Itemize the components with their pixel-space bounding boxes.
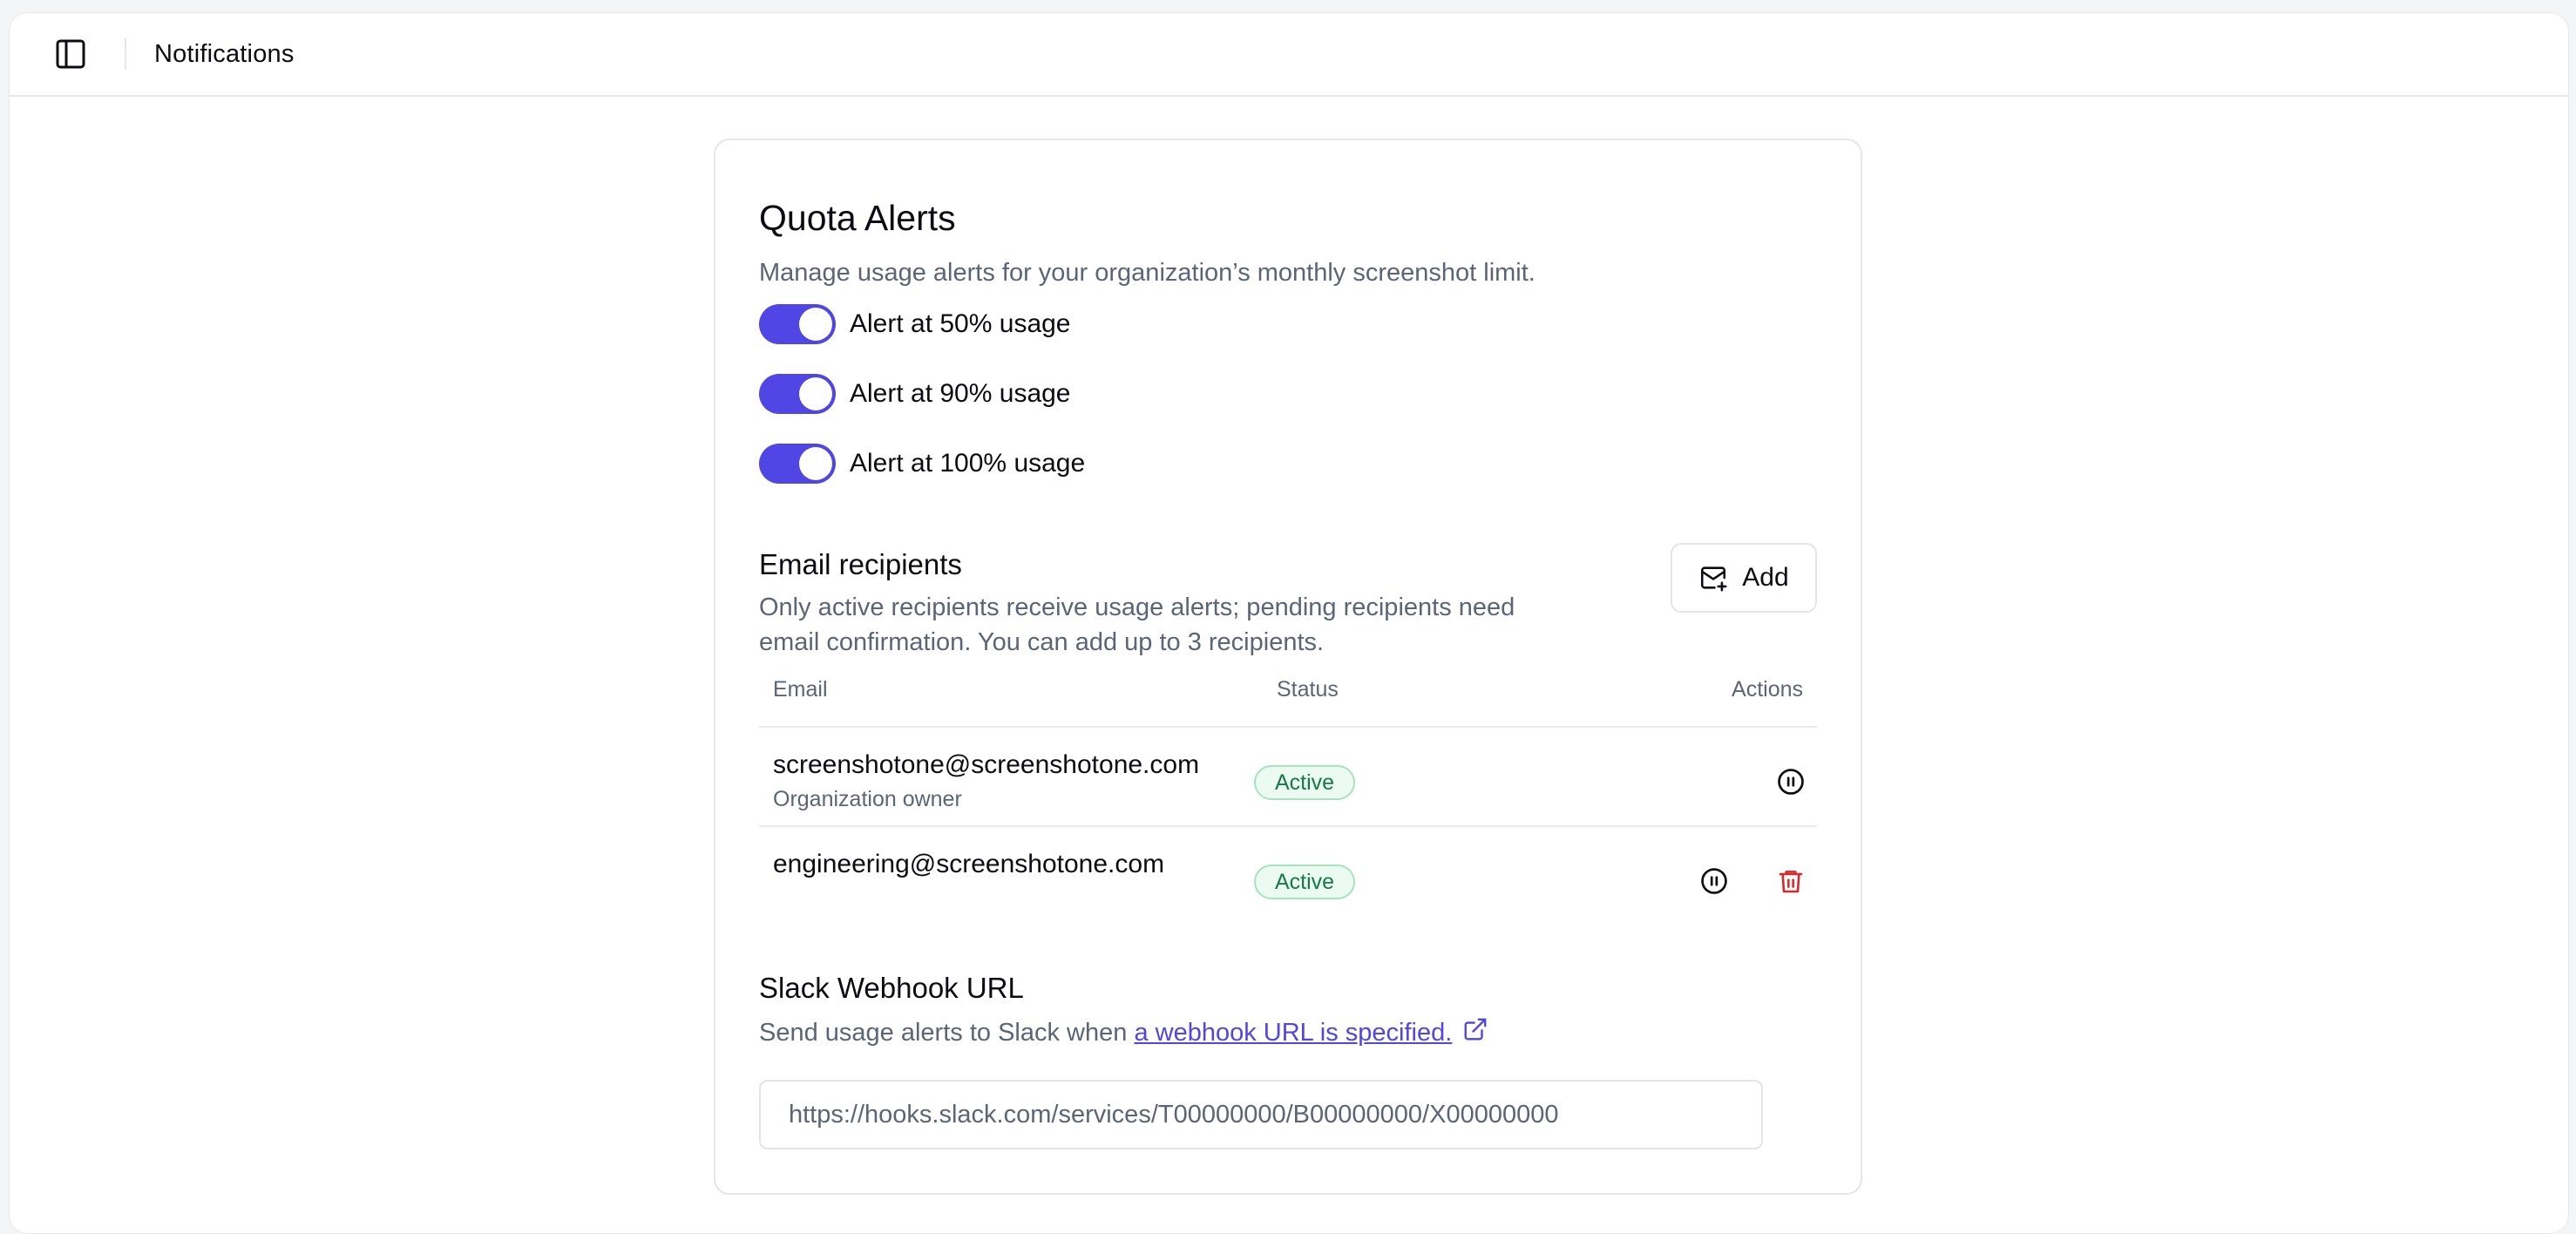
email-recipients-description: Only active recipients receive usage ale… xyxy=(759,593,1515,656)
toggle-label: Alert at 100% usage xyxy=(850,449,1086,478)
toggle-alert-50[interactable]: Alert at 50% usage xyxy=(759,304,1071,344)
app-frame: Notifications Quota Alerts Manage usage … xyxy=(9,12,2569,1234)
toggle-alert-90[interactable]: Alert at 90% usage xyxy=(759,374,1071,414)
trash-icon[interactable] xyxy=(1773,864,1808,898)
email-recipients-title: Email recipients xyxy=(759,548,962,580)
quota-alerts-card: Quota Alerts Manage usage alerts for you… xyxy=(714,139,1862,1195)
add-button-label: Add xyxy=(1742,563,1789,592)
top-bar: Notifications xyxy=(10,13,2568,97)
toggle-switch[interactable] xyxy=(759,374,836,414)
column-header-status: Status xyxy=(1277,677,1339,702)
divider xyxy=(759,726,1817,728)
column-header-actions: Actions xyxy=(1732,677,1803,702)
pause-icon[interactable] xyxy=(1773,764,1808,799)
column-header-email: Email xyxy=(773,677,828,702)
pause-icon[interactable] xyxy=(1697,864,1732,898)
add-recipient-button[interactable]: Add xyxy=(1671,543,1817,613)
toggle-switch[interactable] xyxy=(759,304,836,344)
recipient-email: engineering@screenshotone.com xyxy=(773,850,1165,878)
slack-webhook-url-input[interactable] xyxy=(759,1080,1763,1149)
slack-description-text: Send usage alerts to Slack when xyxy=(759,1019,1135,1047)
sidebar-toggle-icon[interactable] xyxy=(51,35,90,73)
divider xyxy=(125,38,126,70)
external-link-icon[interactable] xyxy=(1462,1016,1488,1052)
toggle-label: Alert at 50% usage xyxy=(850,309,1071,338)
divider xyxy=(759,825,1817,827)
toggle-switch[interactable] xyxy=(759,444,836,484)
mail-plus-icon xyxy=(1701,566,1727,592)
page-title: Notifications xyxy=(154,39,295,68)
status-badge: Active xyxy=(1254,765,1356,800)
recipient-role: Organization owner xyxy=(773,787,962,811)
slack-webhook-description: Send usage alerts to Slack when a webhoo… xyxy=(759,1015,1805,1052)
slack-webhook-title: Slack Webhook URL xyxy=(759,972,1024,1004)
toggle-alert-100[interactable]: Alert at 100% usage xyxy=(759,444,1085,484)
quota-alerts-description: Manage usage alerts for your organizatio… xyxy=(759,259,1535,287)
status-badge: Active xyxy=(1254,864,1356,899)
webhook-docs-link[interactable]: a webhook URL is specified. xyxy=(1134,1019,1452,1047)
quota-alerts-title: Quota Alerts xyxy=(759,198,956,238)
toggle-label: Alert at 90% usage xyxy=(850,379,1071,408)
recipient-email: screenshotone@screenshotone.com xyxy=(773,750,1200,779)
